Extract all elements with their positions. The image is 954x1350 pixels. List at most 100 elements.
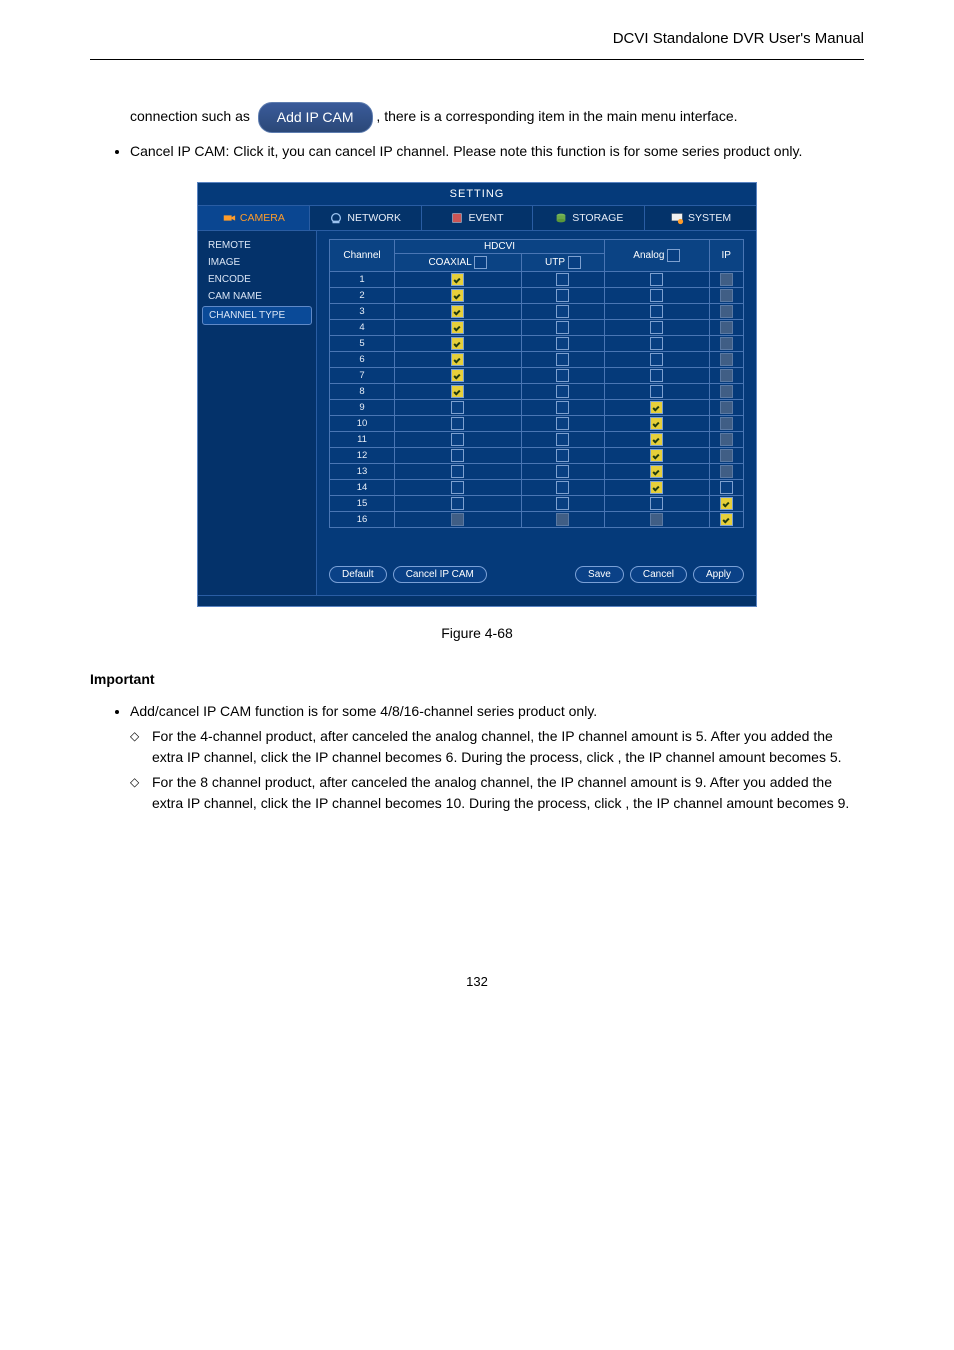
table-row: 11 xyxy=(330,432,744,448)
utp-checkbox[interactable] xyxy=(556,417,569,430)
cell-analog xyxy=(605,368,710,384)
utp-checkbox[interactable] xyxy=(556,385,569,398)
text-fragment: connection such as xyxy=(130,108,254,124)
cancel-button[interactable]: Cancel xyxy=(630,566,687,583)
cancel-ip-cam-button[interactable]: Cancel IP CAM xyxy=(393,566,487,583)
utp-checkbox[interactable] xyxy=(556,369,569,382)
cell-ip xyxy=(709,288,744,304)
analog-checkbox[interactable] xyxy=(650,273,663,286)
tab-network[interactable]: NETWORK xyxy=(310,206,422,230)
sidebar-item-encode[interactable]: ENCODE xyxy=(198,271,316,288)
cell-ip xyxy=(709,304,744,320)
ip-checkbox[interactable] xyxy=(720,481,733,494)
cell-ip xyxy=(709,272,744,288)
table-row: 12 xyxy=(330,448,744,464)
sidebar-item-remote[interactable]: REMOTE xyxy=(198,237,316,254)
th-utp: UTP xyxy=(521,254,604,272)
coax-checkbox[interactable] xyxy=(451,497,464,510)
utp-checkbox[interactable] xyxy=(556,433,569,446)
utp-checkbox[interactable] xyxy=(556,401,569,414)
apply-button[interactable]: Apply xyxy=(693,566,744,583)
cell-coax xyxy=(395,272,522,288)
default-button[interactable]: Default xyxy=(329,566,387,583)
coax-checkbox[interactable] xyxy=(451,465,464,478)
utp-checkbox[interactable] xyxy=(556,497,569,510)
coax-checkbox[interactable] xyxy=(451,305,464,318)
coax-checkbox[interactable] xyxy=(451,401,464,414)
cell-analog xyxy=(605,352,710,368)
utp-checkbox[interactable] xyxy=(556,273,569,286)
cell-channel: 7 xyxy=(330,368,395,384)
cell-coax xyxy=(395,384,522,400)
th-coaxial-label: COAXIAL xyxy=(428,257,471,268)
ip-checkbox[interactable] xyxy=(720,497,733,510)
coaxial-header-checkbox[interactable] xyxy=(474,256,487,269)
cell-analog xyxy=(605,384,710,400)
cell-ip xyxy=(709,464,744,480)
system-icon xyxy=(670,211,684,225)
cell-analog xyxy=(605,464,710,480)
body-paragraph: connection such as Add IP CAM , there is… xyxy=(130,100,864,135)
analog-header-checkbox[interactable] xyxy=(667,249,680,262)
coax-checkbox[interactable] xyxy=(451,481,464,494)
tab-camera[interactable]: CAMERA xyxy=(198,206,310,230)
cell-coax xyxy=(395,320,522,336)
sidebar-item-channel-type[interactable]: CHANNEL TYPE xyxy=(202,306,312,325)
analog-checkbox[interactable] xyxy=(650,465,663,478)
th-utp-label: UTP xyxy=(545,257,565,268)
text-fragment: , there is a corresponding item in the m… xyxy=(376,108,737,124)
cell-ip xyxy=(709,416,744,432)
sidebar-item-cam-name[interactable]: CAM NAME xyxy=(198,288,316,305)
utp-checkbox[interactable] xyxy=(556,305,569,318)
utp-checkbox[interactable] xyxy=(556,481,569,494)
save-button[interactable]: Save xyxy=(575,566,624,583)
table-row: 4 xyxy=(330,320,744,336)
ip-checkbox[interactable] xyxy=(720,513,733,526)
tab-event[interactable]: EVENT xyxy=(422,206,534,230)
coax-checkbox[interactable] xyxy=(451,417,464,430)
analog-checkbox[interactable] xyxy=(650,449,663,462)
analog-checkbox[interactable] xyxy=(650,353,663,366)
coax-checkbox[interactable] xyxy=(451,433,464,446)
coax-checkbox xyxy=(451,513,464,526)
analog-checkbox[interactable] xyxy=(650,401,663,414)
tab-storage[interactable]: STORAGE xyxy=(533,206,645,230)
utp-checkbox[interactable] xyxy=(556,449,569,462)
coax-checkbox[interactable] xyxy=(451,273,464,286)
coax-checkbox[interactable] xyxy=(451,289,464,302)
utp-checkbox[interactable] xyxy=(556,337,569,350)
analog-checkbox[interactable] xyxy=(650,369,663,382)
coax-checkbox[interactable] xyxy=(451,449,464,462)
text-fragment: , the IP channel amount becomes 9. xyxy=(625,795,849,811)
utp-checkbox[interactable] xyxy=(556,289,569,302)
analog-checkbox[interactable] xyxy=(650,289,663,302)
table-row: 15 xyxy=(330,496,744,512)
coax-checkbox[interactable] xyxy=(451,337,464,350)
sidebar-item-image[interactable]: IMAGE xyxy=(198,254,316,271)
cell-coax xyxy=(395,400,522,416)
analog-checkbox[interactable] xyxy=(650,481,663,494)
utp-checkbox[interactable] xyxy=(556,353,569,366)
analog-checkbox[interactable] xyxy=(650,417,663,430)
analog-checkbox[interactable] xyxy=(650,337,663,350)
ip-checkbox xyxy=(720,305,733,318)
utp-header-checkbox[interactable] xyxy=(568,256,581,269)
coax-checkbox[interactable] xyxy=(451,353,464,366)
cell-channel: 2 xyxy=(330,288,395,304)
tab-system[interactable]: SYSTEM xyxy=(645,206,756,230)
coax-checkbox[interactable] xyxy=(451,369,464,382)
event-icon xyxy=(450,211,464,225)
coax-checkbox[interactable] xyxy=(451,385,464,398)
cell-ip xyxy=(709,320,744,336)
analog-checkbox[interactable] xyxy=(650,433,663,446)
table-row: 2 xyxy=(330,288,744,304)
analog-checkbox[interactable] xyxy=(650,385,663,398)
analog-checkbox[interactable] xyxy=(650,497,663,510)
analog-checkbox[interactable] xyxy=(650,321,663,334)
analog-checkbox[interactable] xyxy=(650,305,663,318)
camera-icon xyxy=(222,211,236,225)
utp-checkbox[interactable] xyxy=(556,465,569,478)
utp-checkbox[interactable] xyxy=(556,321,569,334)
ip-checkbox xyxy=(720,449,733,462)
coax-checkbox[interactable] xyxy=(451,321,464,334)
